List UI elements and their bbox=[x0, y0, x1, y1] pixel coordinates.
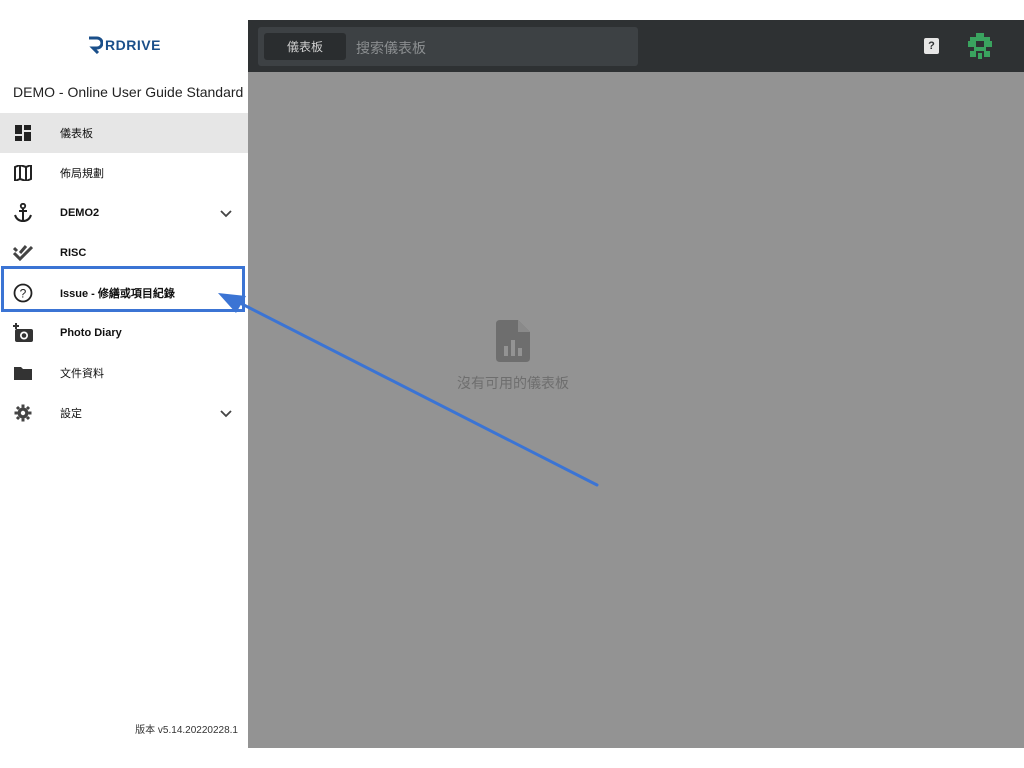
folder-icon bbox=[12, 363, 34, 383]
sidebar-item-label: RISC bbox=[60, 247, 87, 259]
sidebar-item-demo2[interactable]: DEMO2 bbox=[0, 193, 248, 233]
sidebar-item-layout-planning[interactable]: 佈局規劃 bbox=[0, 153, 248, 193]
sidebar-item-dashboard[interactable]: 儀表板 bbox=[0, 113, 248, 153]
app-window: RDRIVE DEMO - Online User Guide Standard… bbox=[0, 20, 1024, 748]
sidebar-item-label: 設定 bbox=[60, 408, 82, 420]
dashboard-icon bbox=[12, 123, 34, 143]
sidebar-item-label: 儀表板 bbox=[60, 128, 93, 140]
search-bar[interactable]: 儀表板 bbox=[258, 27, 638, 66]
main-content: 儀表板 ? bbox=[248, 20, 1024, 748]
sidebar-nav: 儀表板 佈局規劃 DEMO2 RISC ? Issue - 修繕或項目紀錄 Ph… bbox=[0, 113, 248, 433]
anchor-icon bbox=[12, 203, 34, 223]
double-check-icon bbox=[12, 243, 34, 263]
project-title: DEMO - Online User Guide Standard bbox=[13, 84, 244, 100]
sidebar-item-risc[interactable]: RISC bbox=[0, 233, 248, 273]
top-bar: 儀表板 ? bbox=[248, 20, 1024, 72]
chevron-down-icon[interactable] bbox=[218, 205, 234, 221]
sidebar-item-label: 文件資料 bbox=[60, 368, 104, 380]
sidebar-item-settings[interactable]: 設定 bbox=[0, 393, 248, 433]
sidebar-item-label: Issue - 修繕或項目紀錄 bbox=[60, 288, 175, 300]
version-label: 版本 v5.14.20220228.1 bbox=[135, 725, 238, 736]
logo-text: RDRIVE bbox=[105, 37, 161, 53]
map-icon bbox=[12, 163, 34, 183]
help-circle-icon: ? bbox=[12, 283, 34, 303]
sidebar-item-issue[interactable]: ? Issue - 修繕或項目紀錄 bbox=[0, 273, 248, 313]
add-photo-icon bbox=[12, 323, 34, 343]
sidebar-item-label: Photo Diary bbox=[60, 327, 122, 339]
rdrive-logo-icon bbox=[89, 36, 104, 54]
chevron-down-icon[interactable] bbox=[218, 405, 234, 421]
brand-logo[interactable]: RDRIVE bbox=[0, 36, 248, 54]
sidebar-item-photo-diary[interactable]: Photo Diary bbox=[0, 313, 248, 353]
gear-icon bbox=[12, 403, 34, 423]
sidebar-item-label: 佈局規劃 bbox=[60, 168, 104, 180]
help-button[interactable]: ? bbox=[924, 38, 939, 54]
sidebar: RDRIVE DEMO - Online User Guide Standard… bbox=[0, 20, 248, 748]
sidebar-item-label: DEMO2 bbox=[60, 207, 100, 219]
search-scope-chip[interactable]: 儀表板 bbox=[264, 33, 346, 60]
svg-text:?: ? bbox=[20, 287, 27, 301]
report-file-icon bbox=[496, 320, 530, 362]
empty-state-text: 沒有可用的儀表板 bbox=[457, 375, 569, 391]
sidebar-item-documents[interactable]: 文件資料 bbox=[0, 353, 248, 393]
empty-state: 沒有可用的儀表板 bbox=[428, 320, 598, 393]
avatar[interactable] bbox=[968, 33, 992, 59]
search-input[interactable] bbox=[354, 33, 628, 62]
